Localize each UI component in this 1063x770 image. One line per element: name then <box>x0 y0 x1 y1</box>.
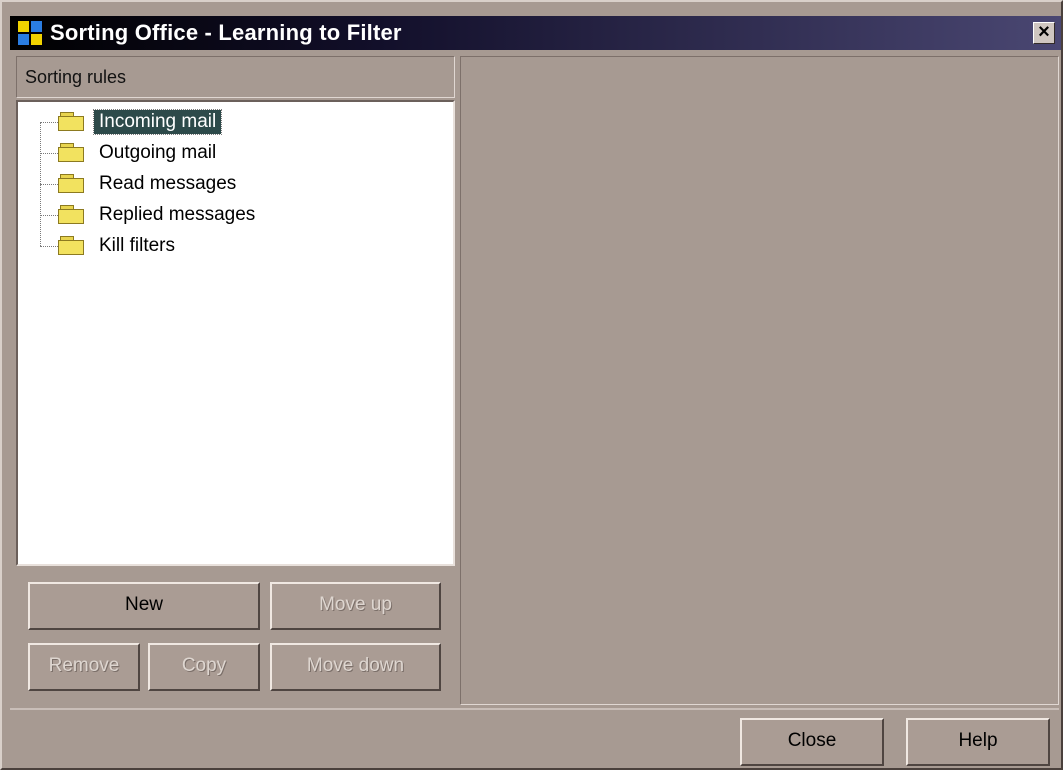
move-up-button[interactable]: Move up <box>270 582 441 630</box>
copy-button[interactable]: Copy <box>148 643 260 691</box>
tree-item-read-messages[interactable]: Read messages <box>94 172 241 196</box>
tree-branch <box>40 215 58 216</box>
close-button[interactable]: Close <box>740 718 884 766</box>
new-button[interactable]: New <box>28 582 260 630</box>
tree-branch <box>40 184 58 185</box>
tree-branch <box>40 153 58 154</box>
sorting-office-icon <box>18 21 42 45</box>
folder-icon <box>58 174 86 193</box>
sorting-office-window: Sorting Office - Learning to Filter × So… <box>0 0 1063 770</box>
folder-icon <box>58 143 86 162</box>
tree-item-outgoing-mail[interactable]: Outgoing mail <box>94 141 221 165</box>
tree-item-incoming-mail[interactable]: Incoming mail <box>92 109 223 135</box>
window-title: Sorting Office - Learning to Filter <box>50 20 402 45</box>
bottom-separator <box>10 708 1059 710</box>
folder-icon <box>58 205 86 224</box>
sorting-rules-tree[interactable]: Incoming mail Outgoing mail Read message… <box>16 100 455 566</box>
close-window-button[interactable]: × <box>1033 22 1055 44</box>
rule-details-panel <box>460 56 1059 705</box>
folder-icon <box>58 112 86 131</box>
tree-item-replied-messages[interactable]: Replied messages <box>94 203 260 227</box>
tree-branch <box>40 246 58 247</box>
tree-branch <box>40 122 58 123</box>
title-bar: Sorting Office - Learning to Filter × <box>10 16 1061 50</box>
remove-button[interactable]: Remove <box>28 643 140 691</box>
folder-icon <box>58 236 86 255</box>
help-button[interactable]: Help <box>906 718 1050 766</box>
move-down-button[interactable]: Move down <box>270 643 441 691</box>
sorting-rules-header: Sorting rules <box>16 56 455 98</box>
tree-item-kill-filters[interactable]: Kill filters <box>94 234 180 258</box>
